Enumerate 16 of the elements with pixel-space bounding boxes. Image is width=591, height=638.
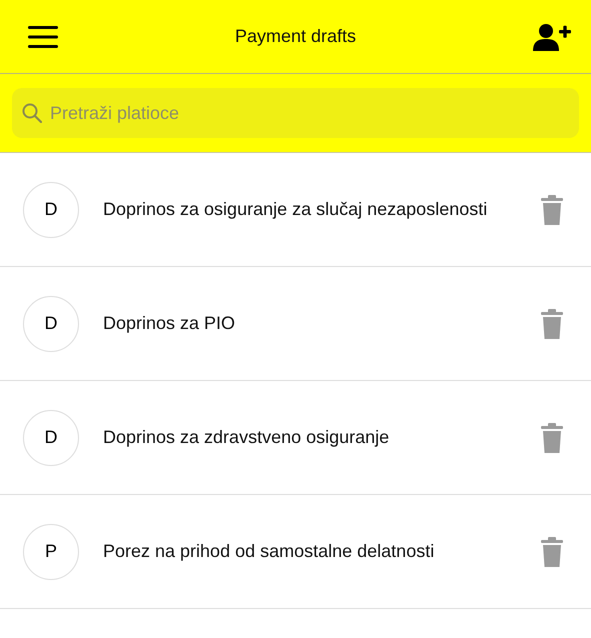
avatar-initial: D: [23, 182, 79, 238]
trash-icon[interactable]: [541, 194, 563, 224]
menu-icon[interactable]: [28, 26, 58, 48]
trash-icon[interactable]: [541, 536, 563, 566]
trash-icon[interactable]: [541, 422, 563, 452]
draft-name[interactable]: Doprinos za osiguranje za slučaj nezaposlenosti: [103, 199, 541, 220]
draft-name[interactable]: Doprinos za zdravstveno osiguranje: [103, 427, 541, 448]
search-field[interactable]: Pretraži platioce: [12, 88, 579, 138]
avatar-initial: D: [23, 296, 79, 352]
screen-title: Payment drafts: [234, 26, 356, 47]
avatar-initial: D: [23, 410, 79, 466]
add-person-icon[interactable]: [533, 22, 571, 50]
avatar-initial: P: [23, 524, 79, 580]
draft-name[interactable]: Porez na prihod od samostalne delatnosti: [103, 541, 541, 562]
draft-name[interactable]: Doprinos za PIO: [103, 313, 541, 334]
trash-icon[interactable]: [541, 308, 563, 338]
